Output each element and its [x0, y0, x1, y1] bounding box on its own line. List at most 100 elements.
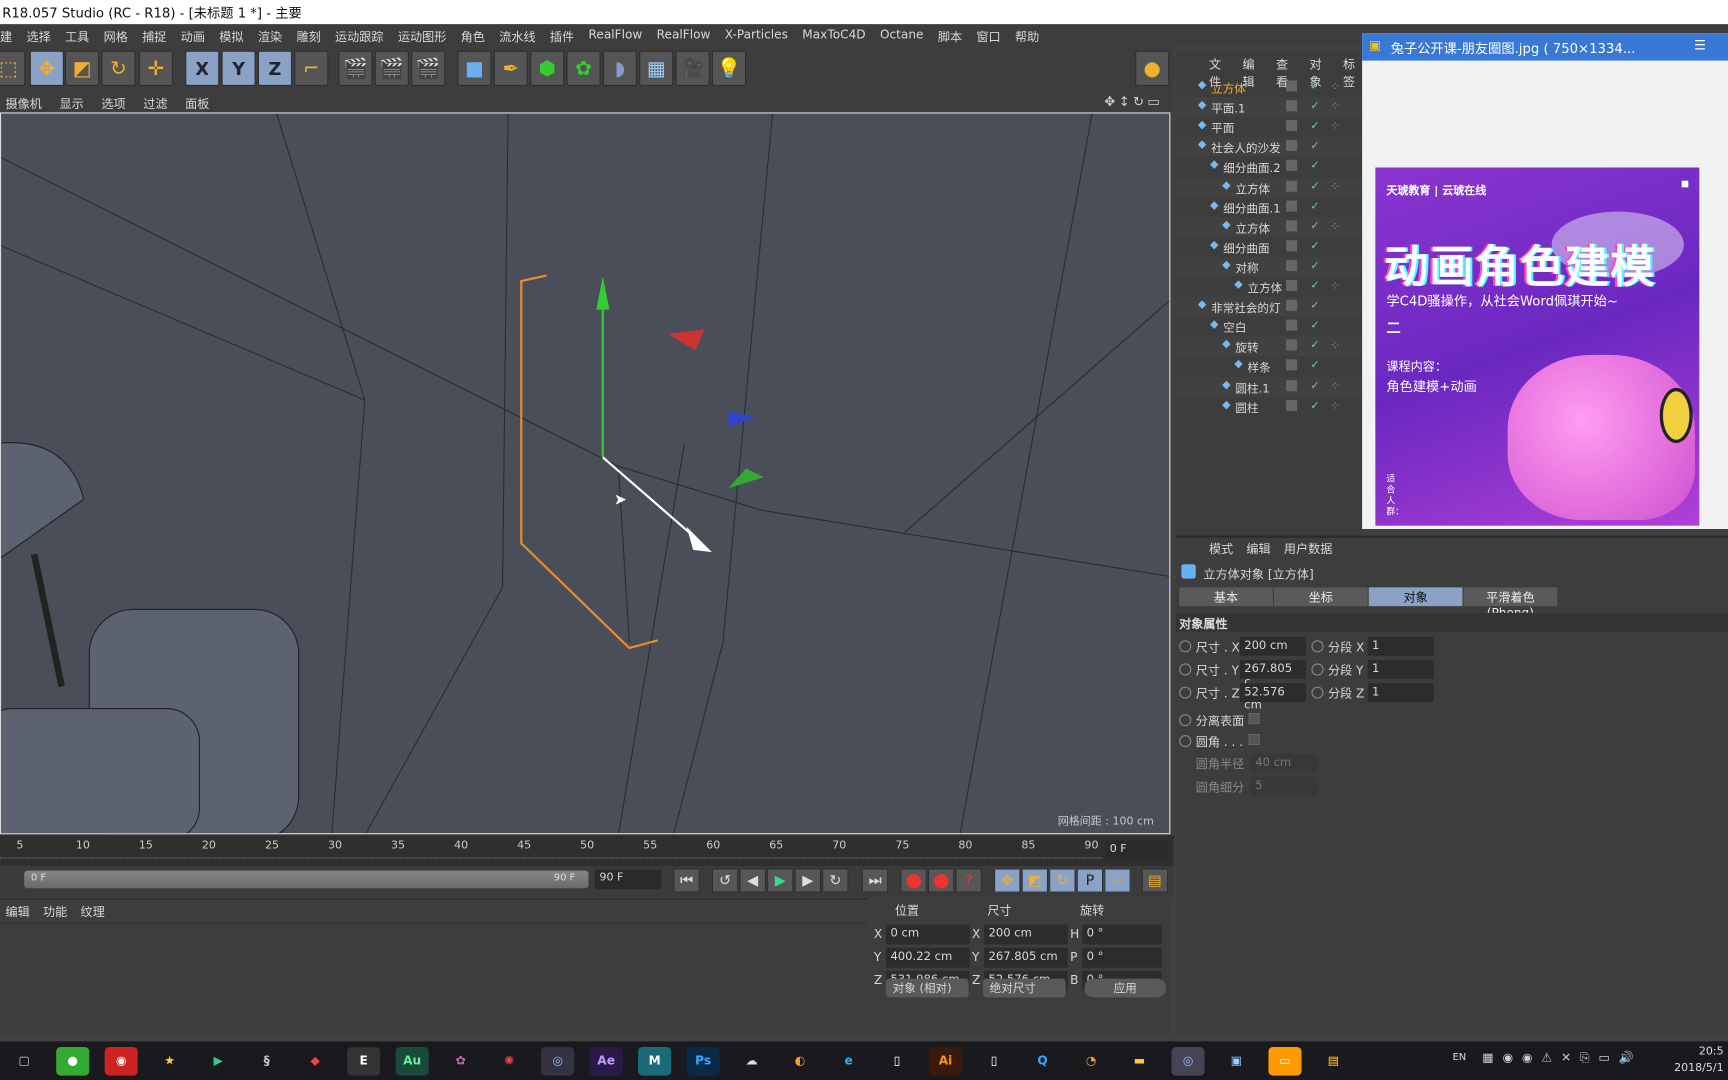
floor-icon[interactable]: ▦: [639, 50, 674, 86]
visibility-toggle[interactable]: [1286, 160, 1298, 172]
next-key-icon[interactable]: ↻: [822, 868, 849, 893]
menu-item[interactable]: 插件: [550, 28, 574, 47]
object-row[interactable]: ◆ 非常社会的灯 ✓: [1175, 296, 1364, 317]
maya-icon[interactable]: M: [638, 1046, 672, 1076]
fillet_radius-field[interactable]: 40 cm: [1250, 753, 1317, 773]
record-key-icon[interactable]: ⬤: [900, 868, 927, 893]
visibility-toggle[interactable]: [1286, 359, 1298, 371]
enabled-check-icon[interactable]: ✓: [1310, 400, 1319, 412]
subdivision-surface-icon[interactable]: ⬢: [530, 50, 565, 86]
attribute-tab[interactable]: 基本: [1179, 587, 1273, 607]
object-menu-item[interactable]: 查看: [1276, 55, 1296, 89]
previous-frame-icon[interactable]: ◀: [739, 868, 766, 893]
player-icon[interactable]: ▶: [202, 1046, 235, 1075]
attribute-menu-item[interactable]: 模式: [1209, 540, 1233, 558]
ie-icon[interactable]: e: [832, 1046, 865, 1075]
menu-item[interactable]: MaxToC4D: [802, 28, 865, 47]
app-icon[interactable]: ▭: [1268, 1046, 1302, 1076]
light-icon[interactable]: 💡: [711, 50, 747, 86]
object-row[interactable]: ◆ 细分曲面.2 ✓: [1176, 157, 1363, 177]
visibility-toggle[interactable]: [1286, 140, 1298, 152]
timeline-window-icon[interactable]: ▤: [1141, 868, 1169, 893]
object-row[interactable]: ◆ 细分曲面.1 ✓: [1176, 197, 1363, 217]
illustrator-icon[interactable]: Ai: [929, 1046, 963, 1076]
object-menu-item[interactable]: 标签: [1343, 55, 1363, 89]
visibility-toggle[interactable]: [1286, 80, 1298, 92]
menu-item[interactable]: 建: [0, 28, 12, 47]
go-to-start-icon[interactable]: ⏮: [673, 868, 700, 893]
object-menu-item[interactable]: 编辑: [1242, 55, 1262, 89]
size-x-field[interactable]: 200 cm: [984, 924, 1068, 945]
rotation-h-field[interactable]: 0 °: [1082, 924, 1162, 945]
material-tag-icon[interactable]: ⁘: [1330, 279, 1340, 293]
menu-item[interactable]: 角色: [461, 28, 485, 47]
animate-radio[interactable]: [1179, 735, 1192, 748]
key-rotation-icon[interactable]: ↻: [1049, 868, 1076, 893]
size-mode-dropdown[interactable]: 绝对尺寸: [983, 978, 1066, 998]
frame-range-slider[interactable]: 0 F 90 F: [24, 870, 589, 889]
menu-item[interactable]: 捕捉: [142, 28, 166, 47]
recent-tool-icon[interactable]: ✛: [138, 50, 174, 86]
image-viewer-icon[interactable]: ▤: [1317, 1046, 1350, 1075]
menu-item[interactable]: 渲染: [258, 28, 282, 47]
viewport-navigation-icons[interactable]: ✥↕↻▭: [1104, 94, 1163, 109]
enabled-check-icon[interactable]: ✓: [1310, 300, 1319, 312]
menu-item[interactable]: 运动图形: [398, 28, 446, 47]
object-row[interactable]: ◆ 旋转 ✓ ⁘: [1175, 336, 1364, 357]
system-tray-icons[interactable]: ▦◉◉⚠✕⎘▭🔊: [1482, 1050, 1642, 1065]
enabled-check-icon[interactable]: ✓: [1310, 340, 1319, 352]
key-pla-icon[interactable]: ⁙: [1104, 868, 1131, 893]
davinci-icon[interactable]: ✿: [444, 1046, 477, 1075]
object-row[interactable]: ◆ 空白 ✓: [1176, 316, 1363, 336]
object-menu-item[interactable]: 对象: [1309, 55, 1329, 89]
app-icon[interactable]: ☁: [735, 1046, 768, 1075]
attribute-tab[interactable]: 平滑着色(Phong): [1463, 587, 1558, 620]
animate-radio[interactable]: [1179, 663, 1192, 676]
app-icon[interactable]: ◐: [784, 1046, 817, 1075]
star-app-icon[interactable]: ★: [153, 1046, 186, 1075]
fillet_subdiv-field[interactable]: 5: [1250, 776, 1317, 796]
visibility-toggle[interactable]: [1286, 100, 1298, 112]
material-tag-icon[interactable]: ⁘: [1330, 398, 1340, 412]
animate-radio[interactable]: [1179, 714, 1192, 727]
render-picture-viewer-icon[interactable]: 🎬: [374, 50, 409, 86]
material-tag-icon[interactable]: ⁘: [1330, 119, 1340, 133]
object-row[interactable]: ◆ 细分曲面 ✓: [1176, 237, 1363, 257]
z-axis-lock-button[interactable]: Z: [257, 50, 293, 86]
material-menu-item[interactable]: 纹理: [80, 903, 104, 923]
cube-icon[interactable]: ■: [457, 50, 492, 86]
enabled-check-icon[interactable]: ✓: [1310, 80, 1319, 92]
menu-item[interactable]: X-Particles: [725, 28, 788, 47]
material-menu-item[interactable]: 编辑: [6, 903, 30, 923]
enabled-check-icon[interactable]: ✓: [1310, 120, 1319, 132]
menu-item[interactable]: RealFlow: [588, 28, 642, 47]
animate-radio[interactable]: [1179, 686, 1192, 699]
app-360-icon[interactable]: ●: [56, 1046, 90, 1076]
enabled-check-icon[interactable]: ✓: [1310, 240, 1319, 252]
rotation-p-field[interactable]: 0 °: [1082, 947, 1162, 968]
render-view-icon[interactable]: 🎬: [338, 50, 373, 86]
app-icon[interactable]: ◔: [1074, 1046, 1107, 1075]
app-icon[interactable]: §: [250, 1046, 283, 1075]
key-scale-icon[interactable]: ◩: [1021, 868, 1049, 893]
key-position-icon[interactable]: ✥: [994, 868, 1021, 893]
object-menu-item[interactable]: 文件: [1209, 55, 1229, 89]
enabled-check-icon[interactable]: ✓: [1310, 200, 1319, 212]
app-icon[interactable]: ◆: [299, 1046, 332, 1075]
animate-radio[interactable]: [1311, 686, 1324, 699]
cinema4d-icon[interactable]: ◎: [541, 1046, 575, 1076]
scale-tool-icon[interactable]: ◩: [65, 50, 100, 86]
live-select-icon[interactable]: ⬚: [0, 50, 26, 86]
menu-item[interactable]: 帮助: [1015, 28, 1039, 47]
file-icon[interactable]: ▯: [881, 1046, 914, 1075]
task-view-icon[interactable]: ▢: [8, 1046, 41, 1075]
menu-item[interactable]: 雕刻: [296, 28, 320, 47]
material-tag-icon[interactable]: ⁘: [1330, 179, 1340, 193]
object-row[interactable]: ◆ 平面.1 ✓ ⁘: [1175, 97, 1364, 117]
size-y-field[interactable]: 267.805 cm: [984, 947, 1068, 968]
segment-field[interactable]: 1: [1367, 636, 1434, 656]
fillet-checkbox[interactable]: [1248, 733, 1260, 745]
segment-field[interactable]: 1: [1367, 683, 1434, 702]
object-row[interactable]: ◆ 平面 ✓ ⁘: [1176, 117, 1363, 137]
object-row[interactable]: ◆ 立方体 ✓ ⁘: [1176, 277, 1363, 297]
